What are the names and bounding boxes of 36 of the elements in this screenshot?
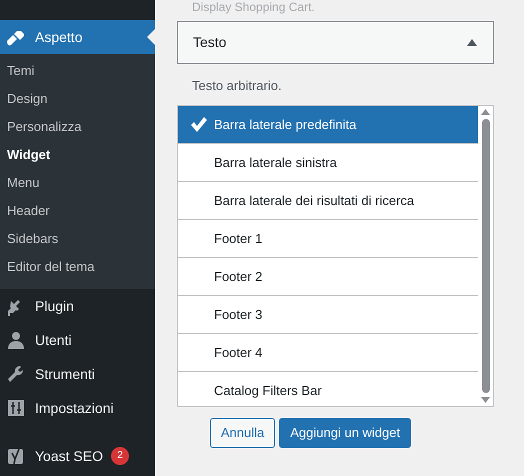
add-button[interactable]: Aggiungi un widget: [279, 418, 412, 448]
sidebar-option[interactable]: Footer 4: [178, 334, 478, 372]
current-pointer-icon: [147, 29, 155, 45]
cancel-button[interactable]: Annulla: [210, 418, 276, 448]
sliders-icon: [5, 398, 27, 418]
widget-header[interactable]: Testo: [177, 21, 494, 64]
sidebar-option[interactable]: Footer 3: [178, 296, 478, 334]
admin-nav-link[interactable]: Plugin: [0, 289, 155, 323]
sidebar-option[interactable]: Barra laterale predefinita: [178, 106, 478, 144]
submenu-item[interactable]: Menu: [0, 169, 155, 197]
submenu-item[interactable]: Header: [0, 197, 155, 225]
admin-nav-link[interactable]: Impostazioni: [0, 391, 155, 425]
submenu-item[interactable]: Temi: [0, 57, 155, 85]
collapse-icon[interactable]: [467, 39, 477, 46]
sidebar-option[interactable]: Footer 1: [178, 220, 478, 258]
sidebar-option[interactable]: Catalog Filters Bar: [178, 372, 478, 410]
widget-description: Display Shopping Cart.: [191, 0, 316, 14]
widget-title: Testo: [193, 33, 226, 52]
user-icon: [5, 330, 27, 350]
admin-nav-link[interactable]: Strumenti: [0, 357, 155, 391]
widget-description: Testo arbitrario.: [191, 77, 283, 95]
submenu-item[interactable]: Personalizza: [0, 113, 155, 141]
admin-nav-link[interactable]: Yoast SEO 2: [0, 439, 155, 473]
scroll-up-icon[interactable]: [481, 109, 490, 115]
check-icon: [190, 116, 207, 132]
sidebar-option[interactable]: Barra laterale sinistra: [178, 144, 478, 182]
scroll-down-icon[interactable]: [481, 397, 490, 403]
submenu-item[interactable]: Sidebars: [0, 225, 155, 253]
sidebar-option[interactable]: Footer 2: [178, 258, 478, 296]
admin-nav-link[interactable]: Aspetto: [0, 20, 155, 54]
submenu-item[interactable]: Design: [0, 85, 155, 113]
sidebar-option[interactable]: Barra laterale dei risultati di ricerca: [178, 182, 478, 220]
submenu-item[interactable]: Editor del tema: [0, 253, 155, 281]
admin-nav-link[interactable]: Utenti: [0, 323, 155, 357]
submenu-item[interactable]: Widget: [0, 141, 155, 169]
notification-badge: 2: [110, 447, 129, 465]
